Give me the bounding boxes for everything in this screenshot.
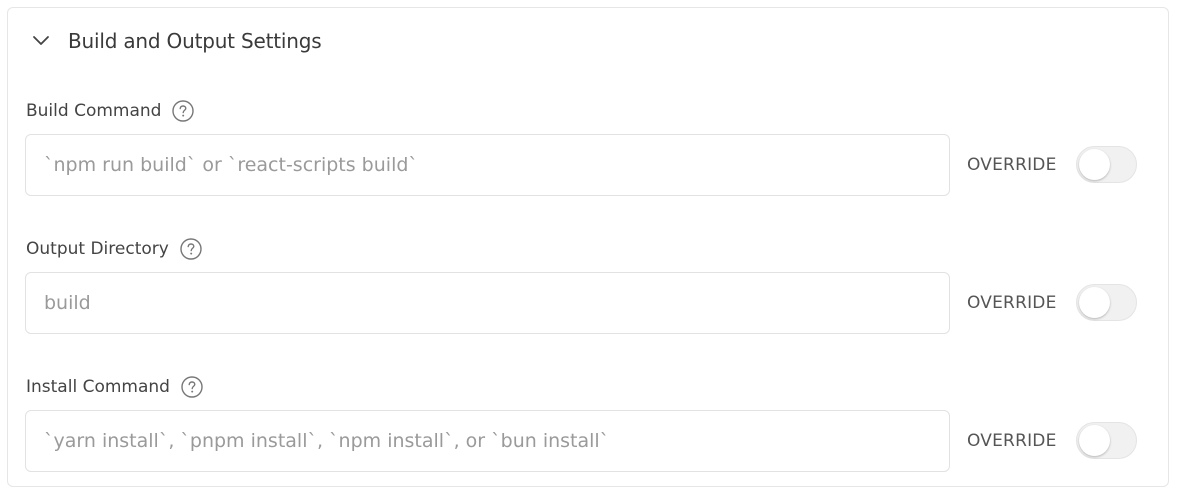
install-command-override-label: OVERRIDE [967, 431, 1057, 451]
section-header[interactable]: Build and Output Settings [8, 8, 1168, 74]
output-directory-label: Output Directory [26, 239, 169, 259]
output-directory-input[interactable] [25, 272, 950, 334]
install-command-label-row: Install Command [26, 376, 203, 398]
help-icon[interactable] [180, 238, 202, 260]
toggle-knob [1079, 425, 1110, 456]
output-directory-override-label: OVERRIDE [967, 293, 1057, 313]
chevron-down-icon[interactable] [32, 32, 50, 50]
install-command-label: Install Command [26, 377, 170, 397]
build-command-override-toggle[interactable] [1076, 146, 1137, 183]
build-command-input[interactable] [25, 134, 950, 196]
output-directory-label-row: Output Directory [26, 238, 202, 260]
build-output-settings-panel: Build and Output Settings Build Command … [7, 7, 1169, 487]
toggle-knob [1079, 149, 1110, 180]
output-directory-override-toggle[interactable] [1076, 284, 1137, 321]
build-command-label-row: Build Command [26, 100, 195, 122]
help-icon[interactable] [181, 376, 203, 398]
build-command-override-label: OVERRIDE [967, 155, 1057, 175]
help-icon[interactable] [172, 100, 195, 122]
install-command-override-toggle[interactable] [1076, 422, 1137, 459]
install-command-input[interactable] [25, 410, 950, 472]
build-command-label: Build Command [26, 101, 162, 121]
section-title: Build and Output Settings [68, 29, 322, 53]
toggle-knob [1079, 287, 1110, 318]
